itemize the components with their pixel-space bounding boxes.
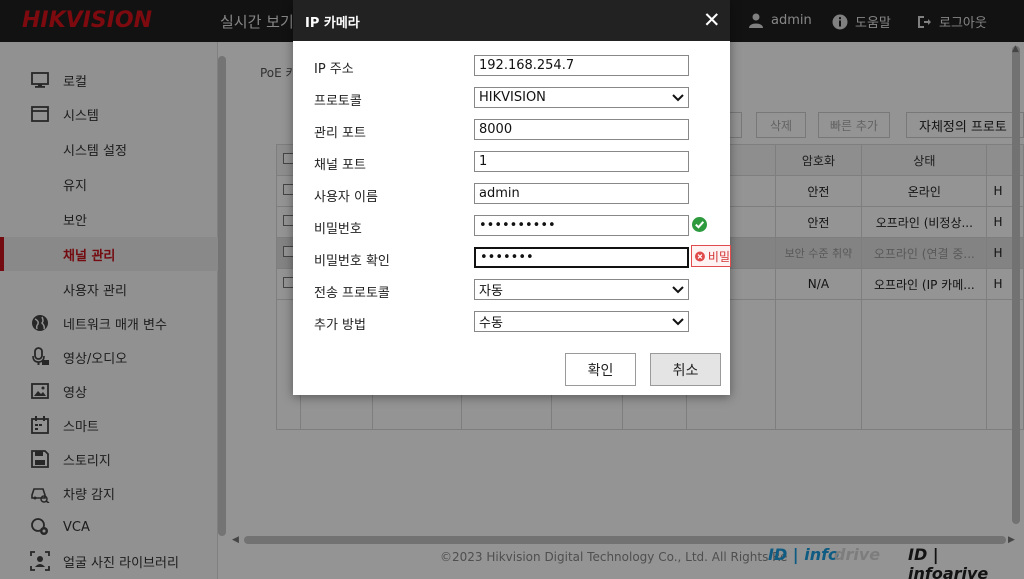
transport-protocol-row: 전송 프로토콜 자동	[293, 279, 730, 303]
confirm-password-label: 비밀번호 확인	[314, 254, 390, 269]
transport-protocol-select[interactable]: 자동	[474, 279, 689, 300]
mgmt-port-row: 관리 포트	[293, 119, 730, 143]
check-circle-icon	[692, 217, 707, 232]
chevron-down-icon	[672, 94, 684, 102]
channel-port-label: 채널 포트	[314, 158, 366, 173]
password-mismatch-tooltip: 비밀	[691, 245, 731, 267]
protocol-selected-value: HIKVISION	[479, 90, 546, 105]
add-method-row: 추가 방법 수동	[293, 311, 730, 335]
transport-selected-value: 자동	[479, 284, 503, 299]
dialog-title: IP 카메라	[305, 16, 360, 31]
close-icon[interactable]: ✕	[703, 10, 721, 31]
mgmt-port-input[interactable]	[474, 119, 689, 140]
dialog-header: IP 카메라 ✕	[293, 0, 730, 41]
mgmt-port-label: 관리 포트	[314, 126, 366, 141]
password-row: 비밀번호	[293, 215, 730, 239]
cancel-button[interactable]: 취소	[650, 353, 721, 386]
password-label: 비밀번호	[314, 222, 362, 237]
ip-camera-dialog: IP 카메라 ✕ IP 주소 프로토콜 HIKVISION 관리 포트 채널 포…	[293, 0, 731, 395]
channel-port-input[interactable]	[474, 151, 689, 172]
confirm-password-row: 비밀번호 확인 비밀	[293, 245, 731, 271]
ok-button[interactable]: 확인	[565, 353, 636, 386]
confirm-password-input[interactable]	[474, 247, 689, 268]
protocol-row: 프로토콜 HIKVISION	[293, 87, 730, 111]
chevron-down-icon	[672, 286, 684, 294]
add-method-label: 추가 방법	[314, 318, 366, 333]
channel-port-row: 채널 포트	[293, 151, 730, 175]
username-row: 사용자 이름	[293, 183, 730, 207]
ip-address-input[interactable]	[474, 55, 689, 76]
add-method-select[interactable]: 수동	[474, 311, 689, 332]
protocol-label: 프로토콜	[314, 94, 362, 109]
protocol-select[interactable]: HIKVISION	[474, 87, 689, 108]
transport-protocol-label: 전송 프로토콜	[314, 286, 390, 301]
chevron-down-icon	[672, 318, 684, 326]
ip-address-label: IP 주소	[314, 62, 354, 77]
add-method-selected-value: 수동	[479, 316, 503, 331]
username-input[interactable]	[474, 183, 689, 204]
error-circle-icon	[695, 251, 705, 261]
error-tooltip-text: 비밀	[707, 249, 730, 264]
username-label: 사용자 이름	[314, 190, 378, 205]
ip-address-row: IP 주소	[293, 55, 730, 79]
password-input[interactable]	[474, 215, 689, 236]
